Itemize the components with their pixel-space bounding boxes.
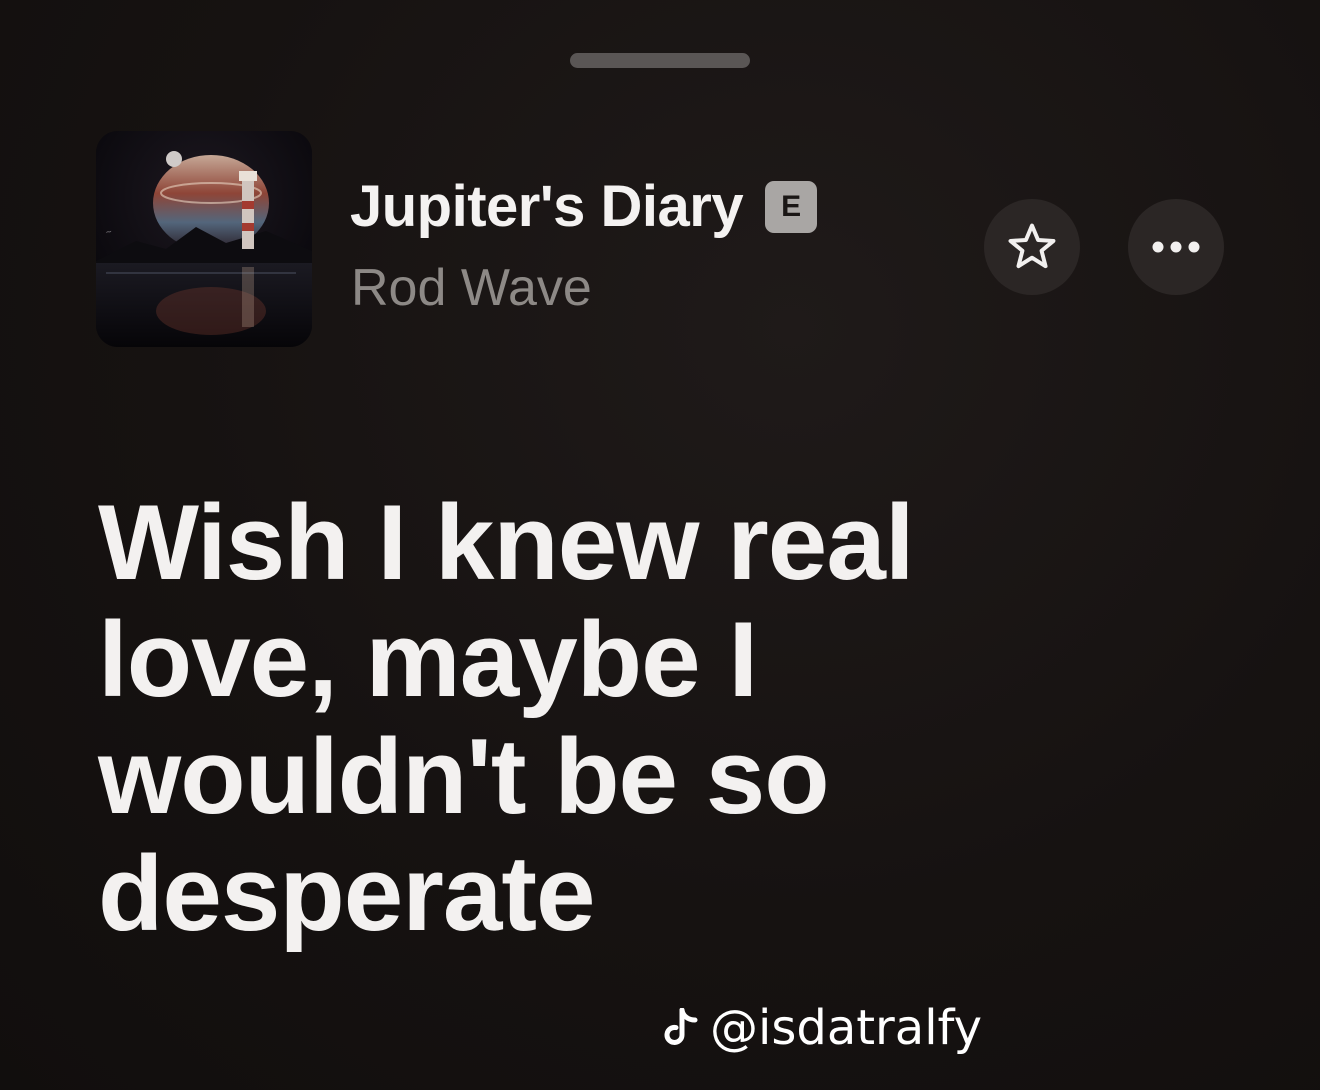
album-artwork-image: ~ <box>96 131 312 347</box>
more-options-button[interactable] <box>1128 199 1224 295</box>
lyric-line: desperate <box>98 833 596 953</box>
tiktok-watermark: @isdatralfy <box>664 1004 982 1052</box>
album-artwork[interactable]: ~ <box>96 131 312 347</box>
lyrics-block[interactable]: Wish I knew real love, maybe I wouldn't … <box>98 484 1158 952</box>
lyric-line: love, maybe I <box>98 599 758 719</box>
favorite-button[interactable] <box>984 199 1080 295</box>
lyric-line: Wish I knew real <box>98 482 915 602</box>
lyric-line: wouldn't be so <box>98 716 830 836</box>
track-title[interactable]: Jupiter's Diary <box>350 178 744 236</box>
ellipsis-icon <box>1152 241 1200 253</box>
tiktok-icon <box>664 1008 698 1045</box>
watermark-handle: @isdatralfy <box>710 1000 982 1056</box>
sheet-grabber[interactable] <box>570 53 750 68</box>
explicit-badge: E <box>765 181 818 233</box>
track-title-row: Jupiter's Diary E <box>350 178 818 236</box>
artist-name[interactable]: Rod Wave <box>351 262 592 314</box>
star-icon <box>1008 223 1056 269</box>
